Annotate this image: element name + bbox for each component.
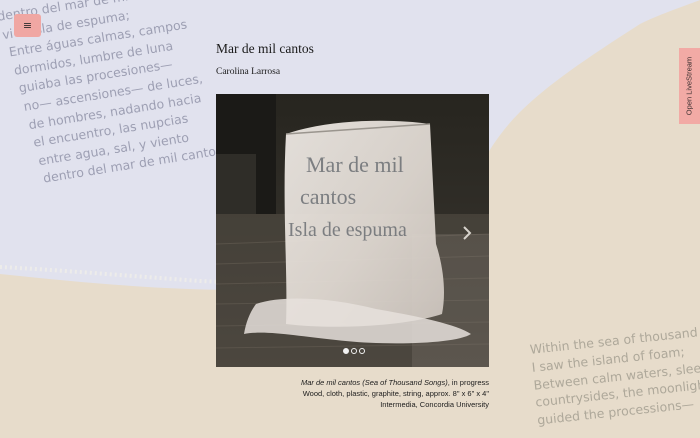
photo-text-line: Isla de espuma bbox=[288, 219, 407, 241]
caption-title: Mar de mil cantos (Sea of Thousand Songs… bbox=[300, 378, 448, 387]
photo-text-line: cantos bbox=[300, 184, 356, 209]
artwork-caption: Mar de mil cantos (Sea of Thousand Songs… bbox=[216, 377, 489, 410]
caption-title-line: Mar de mil cantos (Sea of Thousand Songs… bbox=[216, 377, 489, 388]
artist-name: Carolina Larrosa bbox=[216, 67, 281, 77]
artwork-photo[interactable]: Mar de mil cantos Isla de espuma bbox=[216, 94, 489, 367]
carousel-dot-2[interactable] bbox=[351, 348, 357, 354]
chevron-right-icon[interactable] bbox=[459, 225, 475, 241]
carousel-dot-1[interactable] bbox=[343, 348, 349, 354]
photo-text-line: Mar de mil bbox=[306, 152, 404, 177]
menu-button[interactable]: ≡ bbox=[14, 14, 41, 37]
installation-image: Mar de mil cantos Isla de espuma bbox=[216, 94, 489, 367]
caption-materials: Wood, cloth, plastic, graphite, string, … bbox=[302, 389, 489, 398]
carousel-indicator bbox=[343, 348, 365, 354]
caption-status: , in progress bbox=[447, 378, 489, 387]
artwork-title: Mar de mil cantos bbox=[216, 41, 314, 56]
livestream-label: Open LiveStream bbox=[684, 56, 694, 116]
caption-venue: Intermedia, Concordia University bbox=[380, 400, 489, 409]
carousel-dot-3[interactable] bbox=[359, 348, 365, 354]
hamburger-icon: ≡ bbox=[22, 19, 33, 32]
open-livestream-button[interactable]: Open LiveStream bbox=[679, 48, 700, 124]
